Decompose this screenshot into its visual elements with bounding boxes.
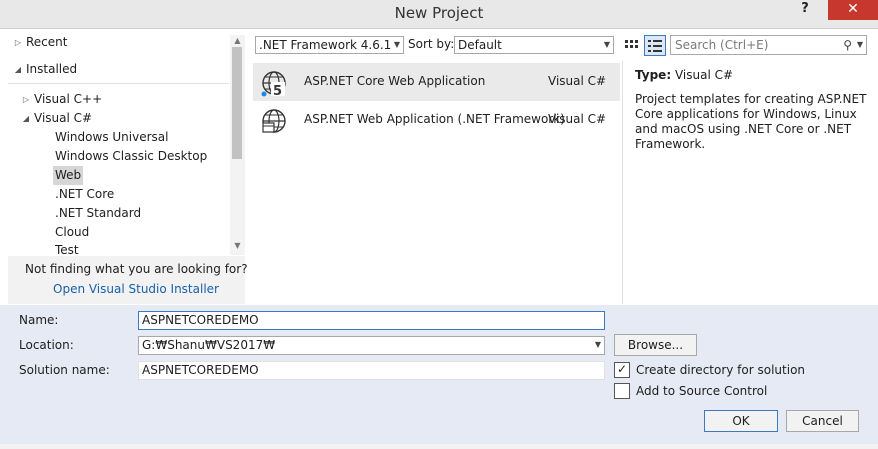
sort-value: Default [458, 38, 502, 52]
tree-item-installed[interactable]: ◢ Installed [12, 60, 79, 79]
chevron-down-icon: ▼ [603, 40, 610, 49]
tree-item-cloud[interactable]: Cloud [53, 223, 91, 242]
type-value: Visual C# [674, 68, 734, 82]
sort-dropdown[interactable]: Default ▼ [454, 36, 614, 54]
grid-view-button[interactable] [621, 35, 641, 55]
search-placeholder: Search (Ctrl+E) [675, 38, 769, 52]
sort-by-label: Sort by: [408, 37, 455, 51]
chevron-down-icon: ▼ [393, 40, 400, 49]
window-bottom-edge [0, 444, 878, 449]
ok-button[interactable]: OK [704, 410, 778, 432]
project-name-input[interactable]: ASPNETCOREDEMO [138, 311, 605, 330]
search-input[interactable]: Search (Ctrl+E) ⚲ ▼ [670, 35, 867, 55]
scroll-up-arrow-icon[interactable]: ▲ [230, 35, 245, 47]
expand-arrow-icon[interactable]: ▷ [20, 90, 32, 109]
list-view-icon [648, 40, 662, 52]
svg-text:5: 5 [273, 84, 282, 98]
create-directory-label: Create directory for solution [636, 363, 806, 377]
help-button[interactable]: ? [790, 0, 820, 20]
location-value: G:₩Shanu₩VS2017₩ [142, 338, 276, 352]
chevron-down-icon[interactable]: ▼ [595, 337, 601, 353]
aspnet-globe-icon [262, 109, 286, 133]
location-combobox[interactable]: G:₩Shanu₩VS2017₩ ▼ [138, 336, 605, 355]
chevron-down-icon[interactable]: ▼ [857, 36, 863, 54]
location-label: Location: [19, 338, 74, 352]
create-directory-checkbox[interactable]: ✓ [614, 362, 630, 378]
solution-name-input[interactable]: ASPNETCOREDEMO [138, 361, 605, 380]
expand-arrow-icon[interactable]: ▷ [12, 33, 24, 52]
source-control-checkbox[interactable] [614, 383, 630, 399]
window-title: New Project [394, 4, 484, 22]
tree-item-windows-classic-desktop[interactable]: Windows Classic Desktop [53, 147, 209, 166]
browse-button[interactable]: Browse... [614, 334, 697, 356]
tree-item-web[interactable]: Web [53, 166, 84, 185]
framework-value: .NET Framework 4.6.1 [259, 38, 392, 52]
tree-item-recent[interactable]: ▷ Recent [12, 33, 69, 52]
grid-view-icon [625, 40, 638, 48]
source-control-label: Add to Source Control [636, 384, 768, 398]
template-name: ASP.NET Core Web Application [304, 74, 486, 88]
list-view-button[interactable] [644, 35, 666, 56]
name-label: Name: [19, 313, 59, 327]
template-item-aspnet-framework[interactable]: ASP.NET Web Application (.NET Framework)… [253, 101, 620, 139]
template-type: Type: Visual C# [635, 68, 733, 82]
template-description: Project templates for creating ASP.NET C… [635, 92, 867, 151]
search-icon[interactable]: ⚲ [843, 36, 852, 54]
cancel-button[interactable]: Cancel [786, 410, 859, 432]
open-installer-link[interactable]: Open Visual Studio Installer [53, 282, 219, 296]
tree-item-windows-universal[interactable]: Windows Universal [53, 128, 170, 147]
solution-name-label: Solution name: [19, 363, 110, 377]
close-button[interactable]: ✕ [828, 0, 878, 20]
tree-item-net-core[interactable]: .NET Core [53, 185, 116, 204]
template-item-aspnet-core[interactable]: 5 ASP.NET Core Web Application Visual C# [253, 63, 620, 101]
collapse-arrow-icon[interactable]: ◢ [20, 109, 32, 128]
tree-item-net-standard[interactable]: .NET Standard [53, 204, 143, 223]
collapse-arrow-icon[interactable]: ◢ [12, 60, 24, 79]
template-name: ASP.NET Web Application (.NET Framework) [304, 112, 565, 126]
tree-divider [8, 83, 229, 84]
scrollbar-thumb[interactable] [232, 47, 242, 159]
template-language: Visual C# [548, 112, 607, 126]
tree-item-visual-csharp[interactable]: ◢ Visual C# [20, 109, 94, 128]
aspnet-core-globe-icon: 5 [261, 71, 286, 98]
framework-dropdown[interactable]: .NET Framework 4.6.1 ▼ [255, 36, 404, 54]
scroll-down-arrow-icon[interactable]: ▼ [230, 240, 245, 252]
template-language: Visual C# [548, 74, 607, 88]
tree-item-test[interactable]: Test [53, 241, 81, 255]
tree-item-visual-cpp[interactable]: ▷ Visual C++ [20, 90, 104, 109]
not-finding-text: Not finding what you are looking for? [25, 262, 248, 276]
panel-divider [622, 61, 623, 304]
type-label: Type: [635, 68, 672, 82]
